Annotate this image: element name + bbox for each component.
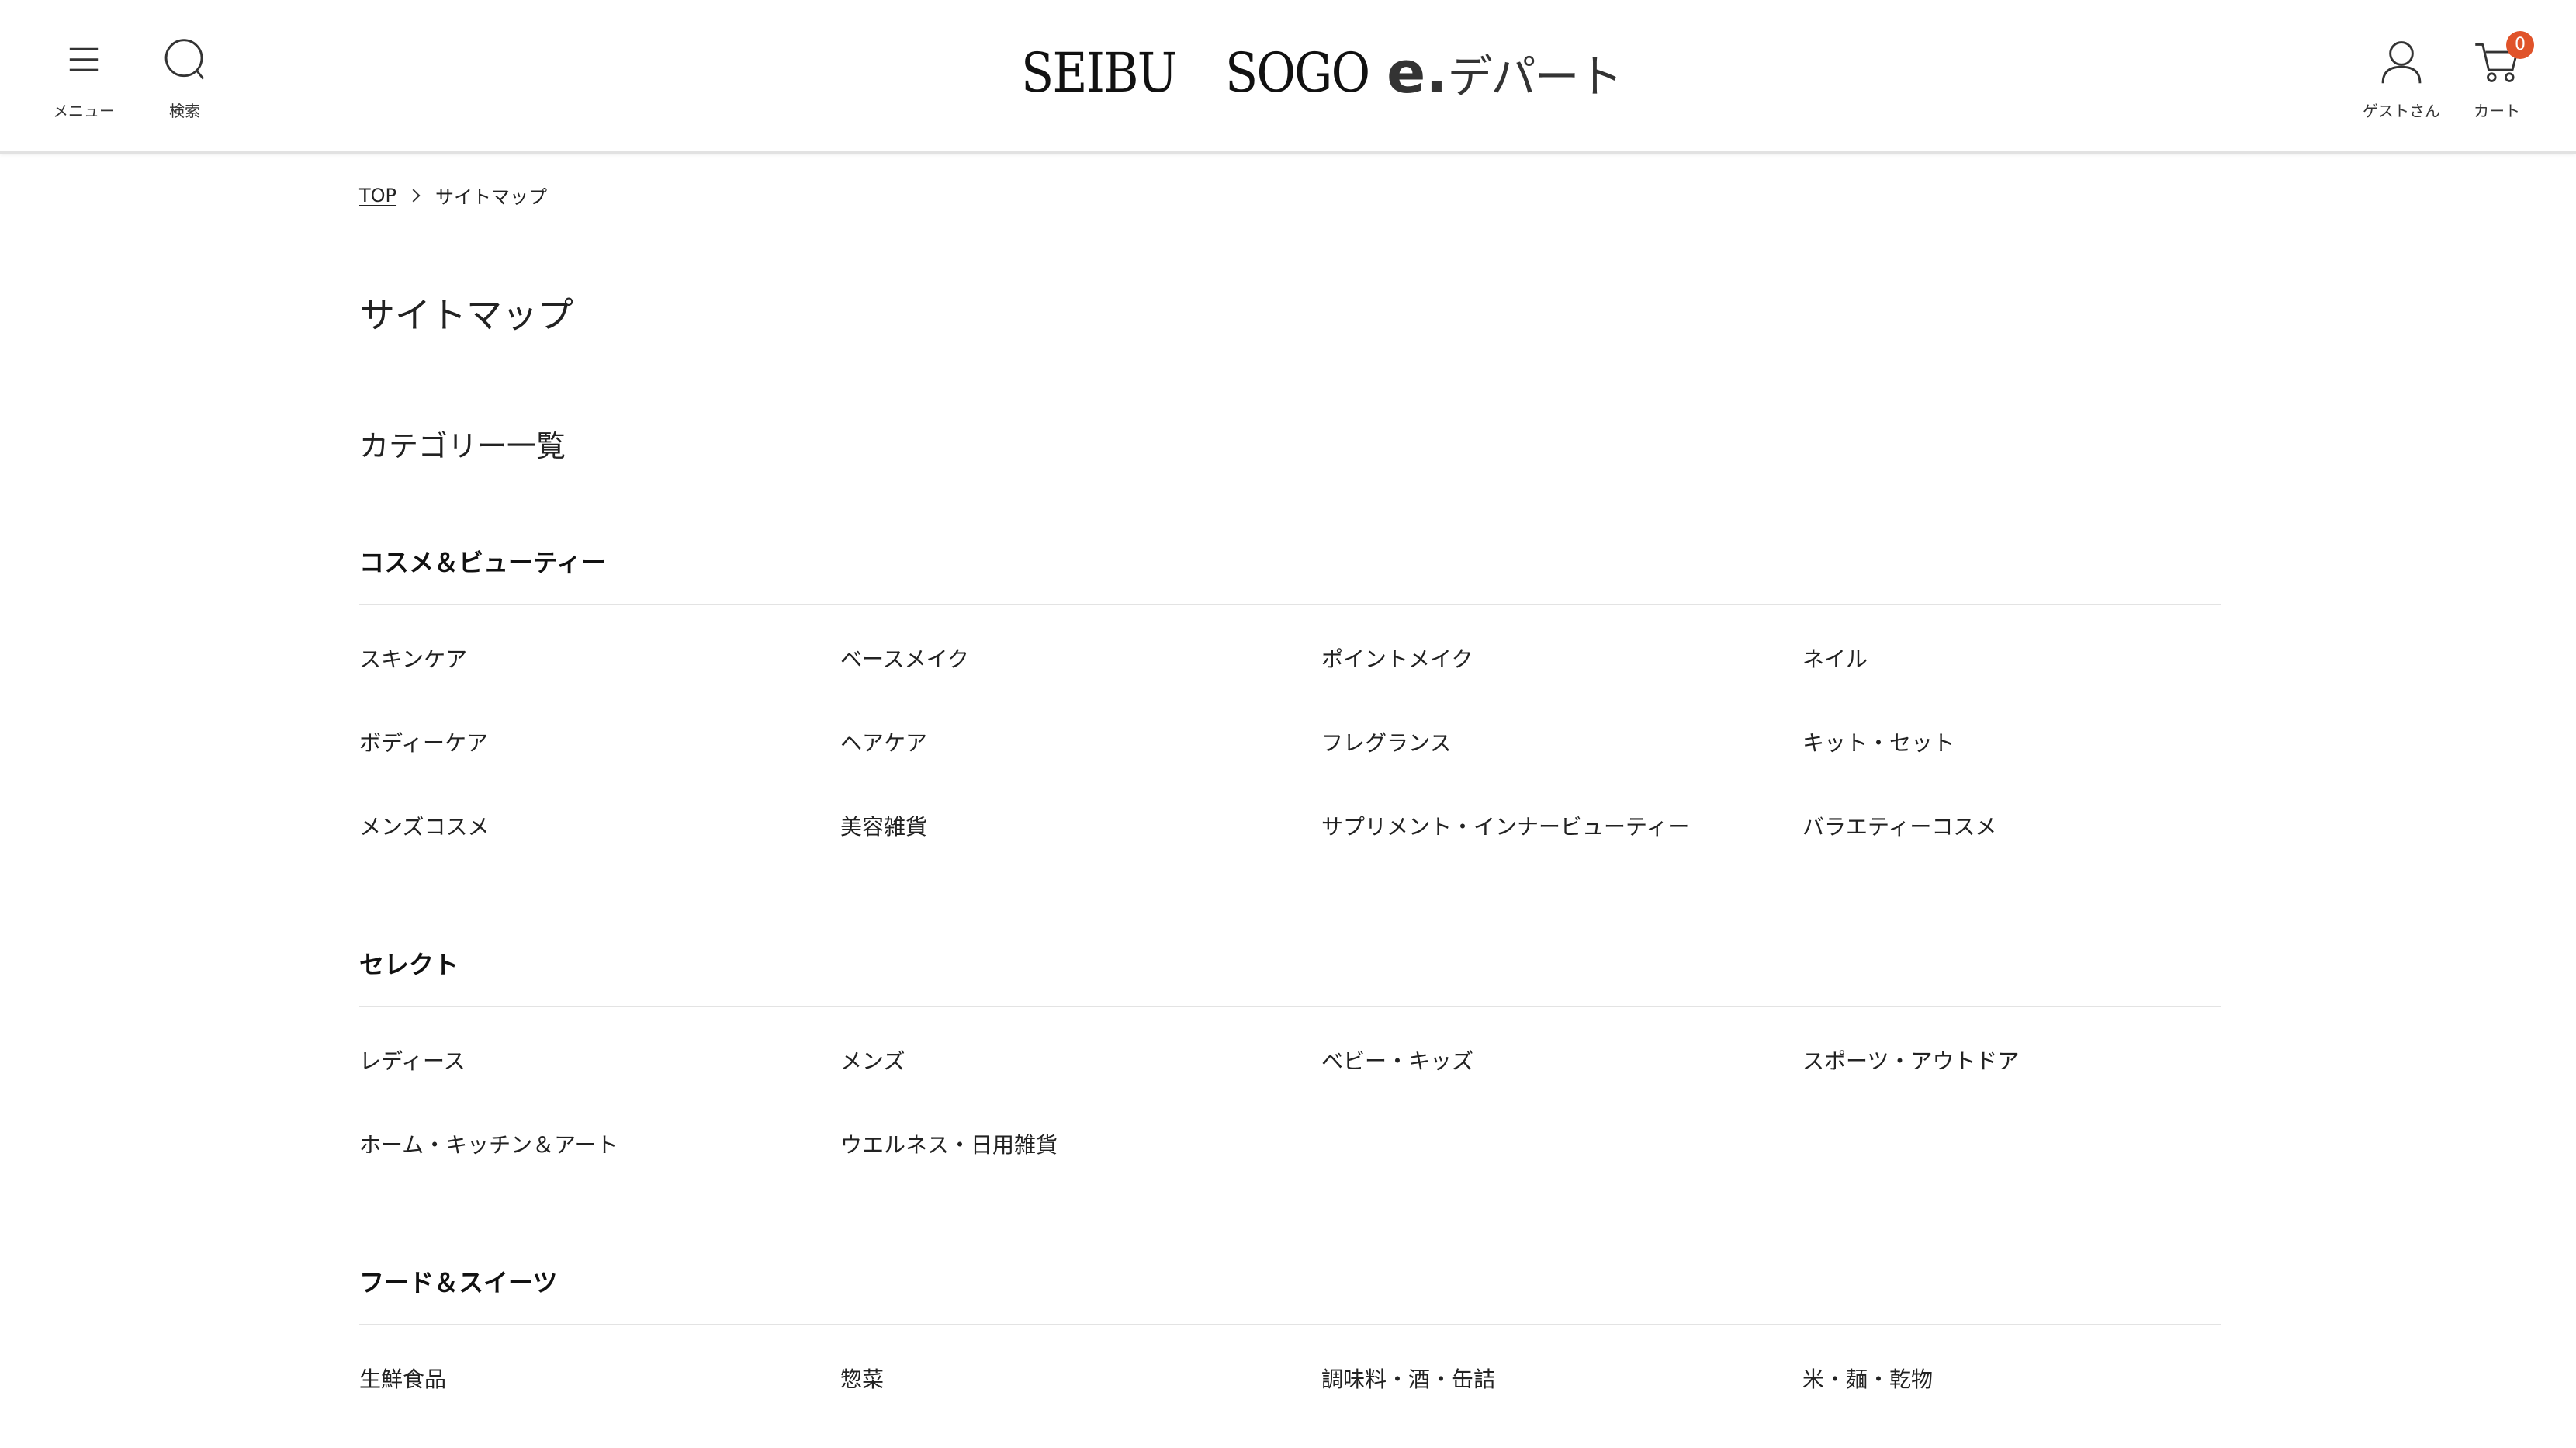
category-group-food: フード＆スイーツ 生鮮食品 惣菜 調味料・酒・缶詰 米・麺・乾物 <box>359 1263 2221 1448</box>
logo-e: e. <box>1387 40 1448 106</box>
user-icon <box>2381 41 2422 84</box>
category-link[interactable]: スポーツ・アウトドア <box>1802 1046 2221 1130</box>
category-link[interactable]: スキンケア <box>359 644 840 728</box>
category-group-select: セレクト レディース メンズ ベビー・キッズ スポーツ・アウトドア ホーム・キッ… <box>359 945 2221 1214</box>
category-link[interactable]: サプリメント・インナービューティー <box>1321 812 1802 895</box>
category-heading: セレクト <box>359 945 2221 1007</box>
category-link[interactable]: 美容雑貨 <box>840 812 1321 895</box>
category-link[interactable]: ウエルネス・日用雑貨 <box>840 1130 1321 1214</box>
section-title: カテゴリー一覧 <box>359 429 566 463</box>
menu-button[interactable]: メニュー <box>37 36 130 121</box>
hamburger-menu-icon <box>69 47 99 71</box>
category-grid: 生鮮食品 惣菜 調味料・酒・缶詰 米・麺・乾物 <box>359 1325 2221 1448</box>
site-header: メニュー 検索 SEIBU SOGO e. デパート ゲストさん 0 カート <box>0 0 2576 154</box>
category-link[interactable]: ヘアケア <box>840 728 1321 812</box>
site-logo[interactable]: SEIBU SOGO e. デパート <box>1021 40 1622 106</box>
category-link[interactable]: ボディーケア <box>359 728 840 812</box>
category-link[interactable]: 惣菜 <box>840 1364 1321 1448</box>
category-link[interactable]: ベースメイク <box>840 644 1321 728</box>
category-grid: レディース メンズ ベビー・キッズ スポーツ・アウトドア ホーム・キッチン＆アー… <box>359 1007 2221 1214</box>
category-heading: コスメ＆ビューティー <box>359 543 2221 605</box>
guest-account-button[interactable]: ゲストさん <box>2355 36 2448 121</box>
logo-sogo: SOGO <box>1225 41 1370 105</box>
guest-label: ゲストさん <box>2363 102 2440 120</box>
logo-depart: デパート <box>1447 50 1622 103</box>
menu-label: メニュー <box>53 102 115 120</box>
category-group-cosme: コスメ＆ビューティー スキンケア ベースメイク ポイントメイク ネイル ボディー… <box>359 543 2221 895</box>
category-link[interactable]: レディース <box>359 1046 840 1130</box>
category-grid: スキンケア ベースメイク ポイントメイク ネイル ボディーケア ヘアケア フレグ… <box>359 605 2221 895</box>
category-heading: フード＆スイーツ <box>359 1263 2221 1325</box>
category-link[interactable]: 調味料・酒・缶詰 <box>1321 1364 1802 1448</box>
category-link[interactable]: メンズコスメ <box>359 812 840 895</box>
category-link[interactable]: ネイル <box>1802 644 2221 728</box>
category-link[interactable]: キット・セット <box>1802 728 2221 812</box>
search-button[interactable]: 検索 <box>138 36 231 121</box>
category-link[interactable]: ホーム・キッチン＆アート <box>359 1130 840 1214</box>
search-label: 検索 <box>169 102 200 120</box>
cart-label: カート <box>2474 102 2520 120</box>
breadcrumb-top-link[interactable]: TOP <box>359 185 396 206</box>
category-link[interactable]: 生鮮食品 <box>359 1364 840 1448</box>
breadcrumb: TOP サイトマップ <box>359 182 547 209</box>
page-title: サイトマップ <box>359 294 573 336</box>
category-link[interactable]: フレグランス <box>1321 728 1802 812</box>
category-link[interactable]: 米・麺・乾物 <box>1802 1364 2221 1448</box>
cart-count-badge: 0 <box>2506 31 2534 59</box>
category-link[interactable]: バラエティーコスメ <box>1802 812 2221 895</box>
category-link[interactable]: ポイントメイク <box>1321 644 1802 728</box>
logo-seibu: SEIBU <box>1021 41 1178 105</box>
category-link[interactable]: メンズ <box>840 1046 1321 1130</box>
breadcrumb-current: サイトマップ <box>435 186 548 208</box>
cart-button[interactable]: 0 カート <box>2450 31 2543 121</box>
category-link[interactable]: ベビー・キッズ <box>1321 1046 1802 1130</box>
chevron-right-icon <box>407 189 421 202</box>
search-icon <box>164 39 205 80</box>
